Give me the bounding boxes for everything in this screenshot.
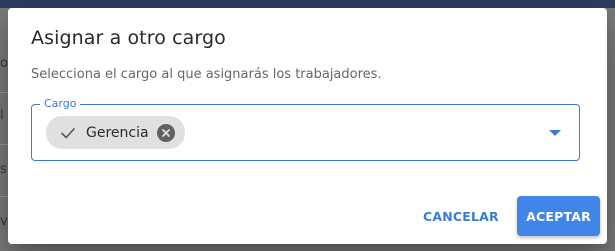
background-text-fragment: s <box>0 162 7 177</box>
check-icon <box>58 123 78 143</box>
dropdown-arrow-icon[interactable] <box>549 130 561 136</box>
chip-label: Gerencia <box>86 124 149 141</box>
chip-remove-icon[interactable] <box>156 123 175 142</box>
background-text-fragment: o <box>0 56 8 71</box>
cancel-button[interactable]: CANCELAR <box>413 198 509 234</box>
accept-button[interactable]: ACEPTAR <box>517 196 600 236</box>
dialog-title: Asignar a otro cargo <box>31 27 226 49</box>
role-field-label: Cargo <box>40 97 81 111</box>
selected-role-chip[interactable]: Gerencia <box>46 116 185 149</box>
role-select-field[interactable]: Cargo Gerencia <box>31 97 580 161</box>
background-divider <box>0 144 8 145</box>
background-text-fragment: l <box>0 108 4 123</box>
assign-role-dialog: Asignar a otro cargo Selecciona el cargo… <box>8 8 607 244</box>
background-divider <box>0 92 8 93</box>
background-text-fragment: v <box>0 214 8 229</box>
background-app-header <box>0 0 615 8</box>
background-divider <box>0 196 8 197</box>
dialog-subtitle: Selecciona el cargo al que asignarás los… <box>31 67 382 82</box>
